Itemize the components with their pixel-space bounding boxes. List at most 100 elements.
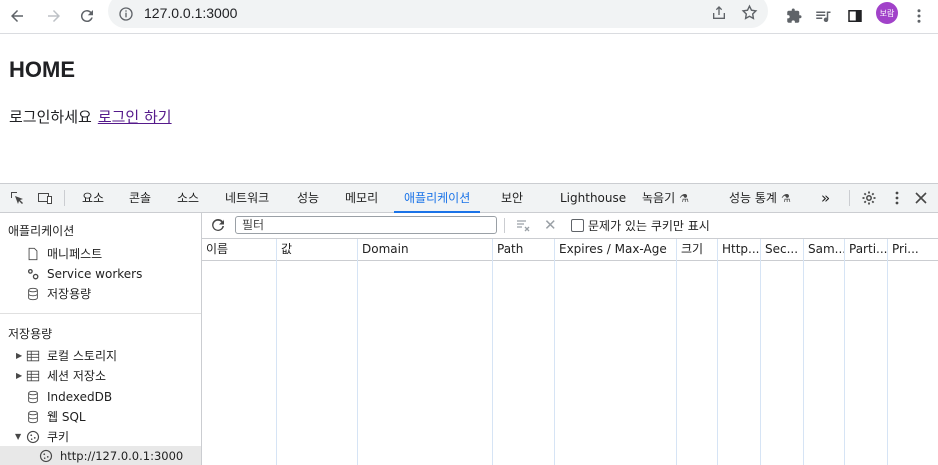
kebab-menu-icon bbox=[895, 191, 899, 205]
sidebar-item-indexeddb[interactable]: IndexedDB bbox=[25, 387, 112, 407]
table-header-row: 이름 값 Domain Path Expires / Max-Age 크기 Ht… bbox=[202, 239, 938, 261]
page-title: HOME bbox=[9, 57, 75, 82]
side-panel-button[interactable] bbox=[842, 3, 868, 29]
profile-avatar[interactable]: 보람 bbox=[876, 2, 898, 24]
side-panel-icon bbox=[848, 10, 862, 22]
devtools-menu-button[interactable] bbox=[888, 189, 906, 207]
sidebar-item-web-sql[interactable]: 웹 SQL bbox=[25, 407, 86, 427]
clear-all-cookies-icon[interactable]: ✕ bbox=[544, 216, 557, 234]
column-header-samesite[interactable]: Sam... bbox=[804, 239, 846, 260]
sidebar-item-cookie-origin[interactable]: http://127.0.0.1:3000 bbox=[38, 446, 183, 465]
login-link[interactable]: 로그인 하기 bbox=[98, 108, 172, 126]
playlist-icon bbox=[816, 11, 831, 23]
back-button[interactable] bbox=[4, 3, 30, 29]
column-header-size[interactable]: 크기 bbox=[677, 239, 717, 260]
table-icon bbox=[25, 368, 41, 384]
browser-menu-button[interactable] bbox=[906, 3, 932, 29]
tab-memory[interactable]: 메모리 bbox=[345, 184, 378, 212]
cookie-icon bbox=[25, 429, 41, 445]
devtools-panel: 요소 콘솔 소스 네트워크 성능 메모리 애플리케이션 보안 Lighthous… bbox=[0, 183, 938, 465]
device-toolbar-button[interactable] bbox=[36, 189, 54, 207]
clear-filtered-cookies-icon[interactable] bbox=[515, 217, 531, 233]
sidebar-item-session-storage[interactable]: 세션 저장소 bbox=[25, 366, 106, 386]
tab-console[interactable]: 콘솔 bbox=[129, 184, 151, 212]
tab-elements[interactable]: 요소 bbox=[82, 184, 104, 212]
sidebar-item-cookies[interactable]: 쿠키 bbox=[25, 427, 69, 447]
reload-button[interactable] bbox=[74, 3, 100, 29]
more-tabs-button[interactable]: » bbox=[821, 184, 830, 212]
column-header-secure[interactable]: Sec... bbox=[761, 239, 803, 260]
cookies-table: 이름 값 Domain Path Expires / Max-Age 크기 Ht… bbox=[202, 239, 938, 465]
sidebar-item-label: 로컬 스토리지 bbox=[47, 349, 118, 363]
reload-icon bbox=[80, 10, 93, 23]
sidebar-section-application: 애플리케이션 bbox=[8, 224, 75, 238]
media-control-button[interactable] bbox=[810, 3, 836, 29]
share-icon[interactable] bbox=[711, 5, 727, 21]
cookie-filter-input[interactable] bbox=[235, 216, 497, 234]
bookmark-star-icon[interactable] bbox=[741, 4, 758, 21]
expand-arrow-icon[interactable]: ▶ bbox=[16, 371, 22, 380]
url-text[interactable]: 127.0.0.1:3000 bbox=[144, 5, 237, 21]
sidebar-section-storage: 저장용량 bbox=[8, 327, 53, 341]
column-header-httponly[interactable]: Http... bbox=[718, 239, 760, 260]
column-header-domain[interactable]: Domain bbox=[358, 239, 492, 260]
sidebar-item-label: 저장용량 bbox=[47, 287, 92, 301]
flask-icon: ⚗ bbox=[780, 192, 791, 205]
browser-toolbar: 127.0.0.1:3000 보람 bbox=[0, 0, 938, 34]
sidebar-item-local-storage[interactable]: 로컬 스토리지 bbox=[25, 346, 117, 366]
sidebar-item-label: 세션 저장소 bbox=[47, 369, 107, 383]
sidebar-item-manifest[interactable]: 매니페스트 bbox=[25, 244, 102, 264]
tab-security[interactable]: 보안 bbox=[501, 184, 523, 212]
column-header-priority[interactable]: Pri... bbox=[888, 239, 936, 260]
refresh-icon[interactable] bbox=[210, 217, 226, 233]
column-header-name[interactable]: 이름 bbox=[202, 239, 276, 260]
file-icon bbox=[25, 246, 41, 262]
table-icon bbox=[25, 348, 41, 364]
inspect-element-button[interactable] bbox=[8, 189, 26, 207]
sidebar-item-label: IndexedDB bbox=[47, 390, 113, 404]
address-bar[interactable]: 127.0.0.1:3000 bbox=[108, 0, 768, 28]
devtools-tabbar: 요소 콘솔 소스 네트워크 성능 메모리 애플리케이션 보안 Lighthous… bbox=[0, 184, 938, 213]
inspect-icon bbox=[11, 192, 23, 204]
sidebar-item-label: 웹 SQL bbox=[47, 410, 86, 424]
column-header-partition-key[interactable]: Parti... bbox=[845, 239, 887, 260]
tab-recorder[interactable]: 녹음기 ⚗ bbox=[642, 184, 689, 212]
cookies-panel: ✕ 문제가 있는 쿠키만 표시 이름 값 Domain Path Expires… bbox=[202, 213, 938, 465]
cookies-toolbar: ✕ 문제가 있는 쿠키만 표시 bbox=[202, 213, 938, 239]
expand-arrow-icon[interactable]: ▶ bbox=[16, 351, 22, 360]
issues-only-checkbox[interactable] bbox=[571, 219, 584, 232]
login-prompt: 로그인하세요 로그인 하기 bbox=[9, 106, 172, 127]
application-sidebar: 애플리케이션 매니페스트 Service workers 저장용량 저장용량 ▶… bbox=[0, 213, 202, 465]
database-icon bbox=[25, 409, 41, 425]
sidebar-item-label: 쿠키 bbox=[47, 430, 70, 444]
column-header-expires[interactable]: Expires / Max-Age bbox=[555, 239, 675, 260]
kebab-menu-icon bbox=[917, 9, 921, 23]
tab-sources[interactable]: 소스 bbox=[177, 184, 199, 212]
collapse-arrow-icon[interactable]: ▼ bbox=[15, 432, 21, 441]
arrow-right-icon bbox=[48, 10, 60, 22]
tab-application[interactable]: 애플리케이션 bbox=[393, 184, 481, 213]
extensions-button[interactable] bbox=[781, 3, 807, 29]
device-icon bbox=[38, 193, 52, 204]
tab-performance-insights-label: 성능 통계 bbox=[729, 191, 777, 205]
devtools-close-button[interactable] bbox=[912, 189, 930, 207]
tab-network[interactable]: 네트워크 bbox=[225, 184, 269, 212]
info-icon[interactable] bbox=[118, 6, 134, 22]
tab-performance-insights[interactable]: 성능 통계 ⚗ bbox=[729, 184, 791, 212]
column-header-path[interactable]: Path bbox=[493, 239, 553, 260]
sidebar-item-label: http://127.0.0.1:3000 bbox=[60, 449, 184, 463]
devtools-settings-button[interactable] bbox=[860, 189, 878, 207]
sidebar-item-storage[interactable]: 저장용량 bbox=[25, 284, 91, 304]
issues-only-label: 문제가 있는 쿠키만 표시 bbox=[588, 219, 710, 233]
tab-performance[interactable]: 성능 bbox=[297, 184, 319, 212]
close-icon bbox=[915, 192, 927, 204]
login-message: 로그인하세요 bbox=[9, 108, 92, 126]
flask-icon: ⚗ bbox=[679, 192, 689, 205]
cookie-icon bbox=[38, 448, 54, 464]
sidebar-item-label: 매니페스트 bbox=[47, 247, 103, 261]
gear-icon bbox=[862, 191, 876, 205]
tab-lighthouse[interactable]: Lighthouse bbox=[560, 184, 626, 212]
column-header-value[interactable]: 값 bbox=[277, 239, 357, 260]
forward-button[interactable] bbox=[41, 3, 67, 29]
sidebar-item-service-workers[interactable]: Service workers bbox=[25, 264, 142, 284]
